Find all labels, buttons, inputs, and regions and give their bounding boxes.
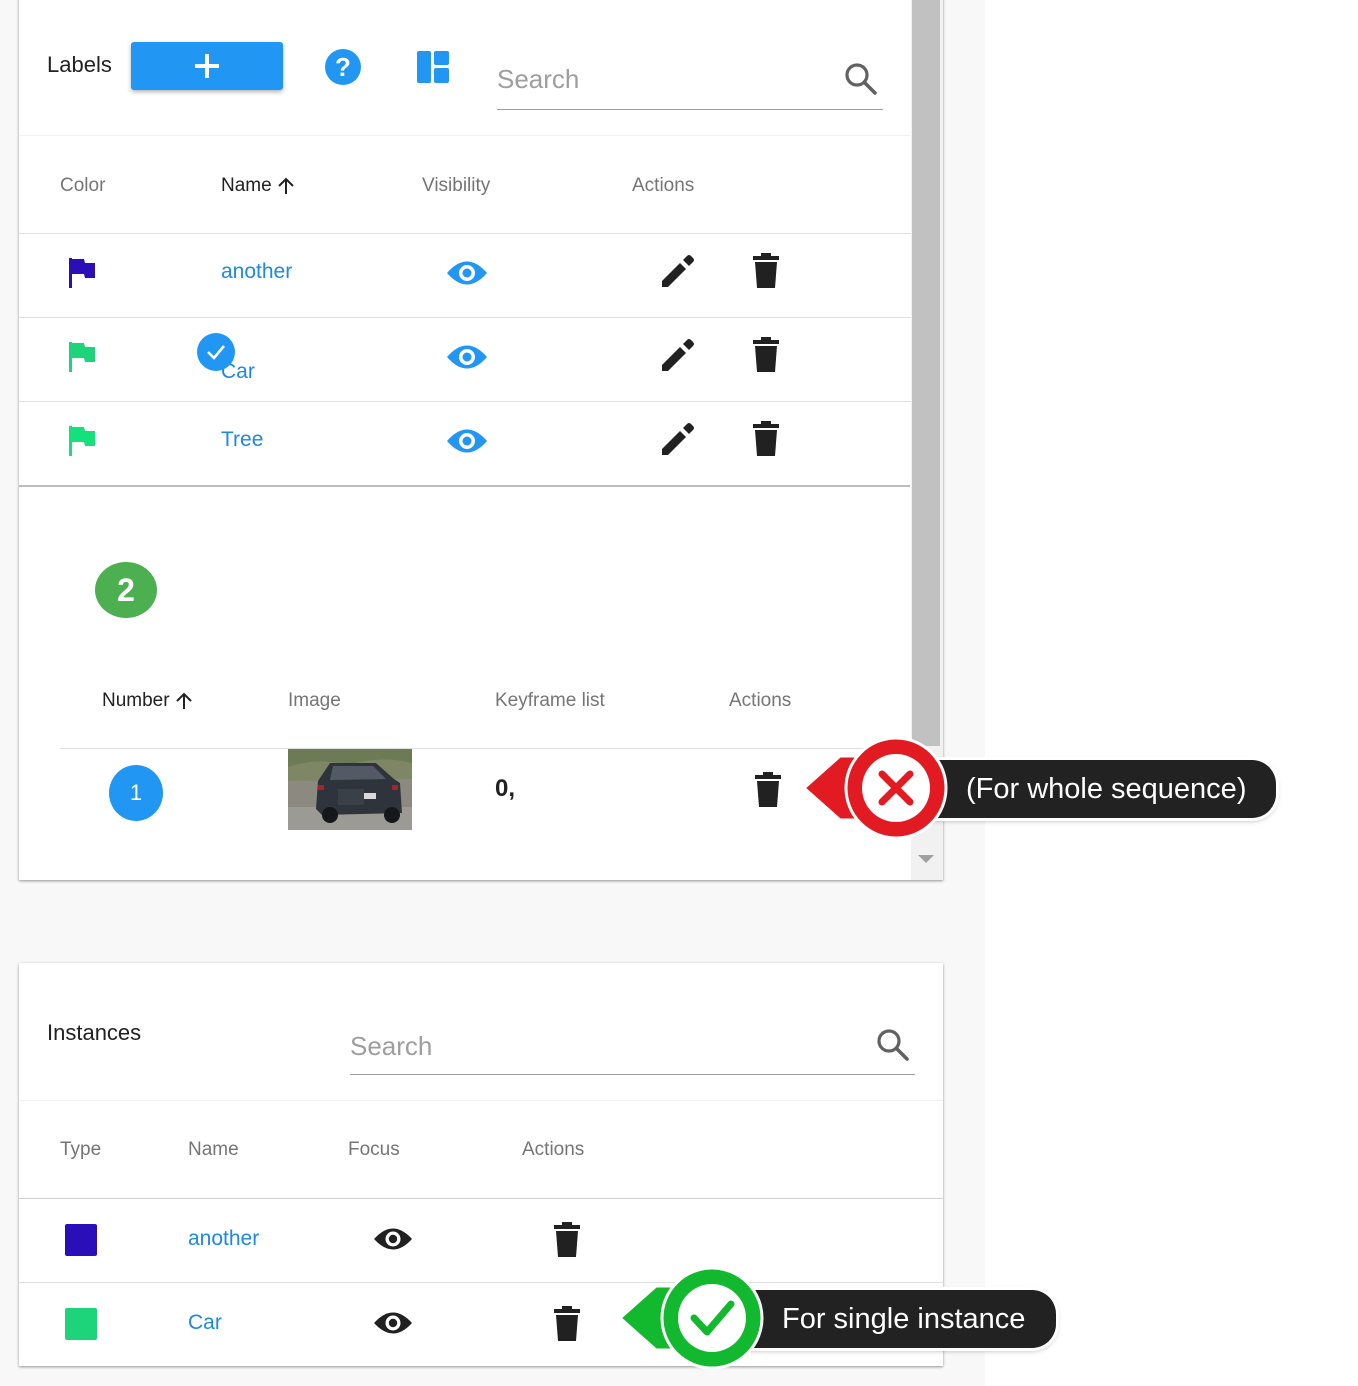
- labels-title: Labels: [47, 52, 112, 77]
- column-header-focus: Focus: [348, 1139, 400, 1160]
- label-name-link[interactable]: Tree: [221, 428, 263, 452]
- sequence-number: 1: [129, 780, 143, 805]
- divider: [19, 1100, 943, 1101]
- layout-icon[interactable]: [416, 50, 450, 84]
- table-row[interactable]: 1 0,: [60, 749, 912, 833]
- label-name-link[interactable]: another: [221, 260, 292, 284]
- divider: [19, 135, 912, 136]
- pencil-icon[interactable]: [659, 338, 695, 374]
- trash-icon[interactable]: [754, 772, 782, 808]
- trash-icon[interactable]: [553, 1222, 581, 1258]
- column-header-type[interactable]: Type: [60, 1139, 101, 1161]
- flag-icon: [69, 258, 95, 288]
- flag-icon: [69, 426, 95, 456]
- pencil-icon[interactable]: [659, 422, 695, 458]
- callout-whole-sequence: (For whole sequence): [800, 736, 1282, 842]
- column-header-name[interactable]: Name: [188, 1139, 239, 1161]
- arrow-up-icon: [175, 692, 192, 709]
- labels-search-underline: [497, 109, 883, 110]
- callout-whole-sequence-text: (For whole sequence): [966, 772, 1247, 805]
- column-header-actions: Actions: [632, 175, 695, 196]
- pencil-icon[interactable]: [659, 254, 695, 290]
- type-color-swatch: [65, 1308, 97, 1340]
- arrow-up-icon: [277, 177, 294, 194]
- add-label-button[interactable]: [131, 42, 283, 90]
- table-row[interactable]: another: [19, 234, 912, 317]
- check-circle-icon[interactable]: [196, 332, 236, 372]
- column-header-keyframes: Keyframe list: [495, 690, 605, 711]
- check-mark-icon: [617, 1266, 764, 1370]
- scrollbar-thumb[interactable]: [912, 0, 940, 746]
- callout-single-instance-label: For single instance: [744, 1290, 1056, 1348]
- column-header-visibility[interactable]: Visibility: [422, 175, 490, 197]
- labels-table-bottom-edge: [19, 485, 910, 487]
- trash-icon[interactable]: [752, 337, 780, 373]
- eye-icon[interactable]: [446, 426, 488, 456]
- callout-whole-sequence-label: (For whole sequence): [930, 760, 1276, 818]
- column-header-name-label: Name: [221, 175, 272, 196]
- eye-icon[interactable]: [446, 342, 488, 372]
- scroll-down-arrow-icon[interactable]: [917, 852, 935, 866]
- column-header-actions: Actions: [522, 1139, 585, 1160]
- search-icon[interactable]: [876, 1028, 910, 1062]
- x-mark-icon: [801, 736, 948, 840]
- eye-icon[interactable]: [373, 1225, 413, 1253]
- car-thumbnail-image[interactable]: [288, 749, 412, 830]
- callout-single-instance: For single instance: [616, 1266, 1062, 1372]
- trash-icon[interactable]: [752, 253, 780, 289]
- callout-single-instance-text: For single instance: [782, 1302, 1026, 1335]
- search-icon[interactable]: [844, 62, 878, 96]
- instances-title: Instances: [47, 1020, 142, 1045]
- eye-icon[interactable]: [373, 1309, 413, 1337]
- type-color-swatch: [65, 1224, 97, 1256]
- table-row[interactable]: Car: [19, 318, 912, 401]
- sequence-number-badge: 1: [109, 765, 163, 821]
- svg-text:?: ?: [335, 52, 351, 82]
- column-header-name[interactable]: Name: [221, 175, 296, 197]
- trash-icon[interactable]: [553, 1306, 581, 1342]
- keyframe-list-value: 0,: [495, 775, 516, 802]
- eye-icon[interactable]: [446, 258, 488, 288]
- table-row[interactable]: Tree: [19, 402, 912, 485]
- column-header-number[interactable]: Number: [102, 690, 194, 712]
- column-header-actions: Actions: [729, 690, 792, 711]
- step-badge-number: 2: [117, 571, 135, 608]
- step-badge: 2: [95, 562, 157, 618]
- instance-name-link[interactable]: Car: [188, 1311, 222, 1335]
- help-circle-icon[interactable]: ?: [324, 48, 362, 86]
- trash-icon[interactable]: [752, 421, 780, 457]
- column-header-image: Image: [288, 690, 341, 711]
- labels-search-input[interactable]: Search: [497, 64, 579, 95]
- column-header-color[interactable]: Color: [60, 175, 105, 197]
- column-header-number-label: Number: [102, 690, 170, 711]
- instances-search-input[interactable]: Search: [350, 1031, 432, 1062]
- instances-search-underline: [350, 1074, 915, 1075]
- plus-icon: [195, 54, 219, 78]
- instance-name-link[interactable]: another: [188, 1227, 259, 1251]
- flag-icon: [69, 342, 95, 372]
